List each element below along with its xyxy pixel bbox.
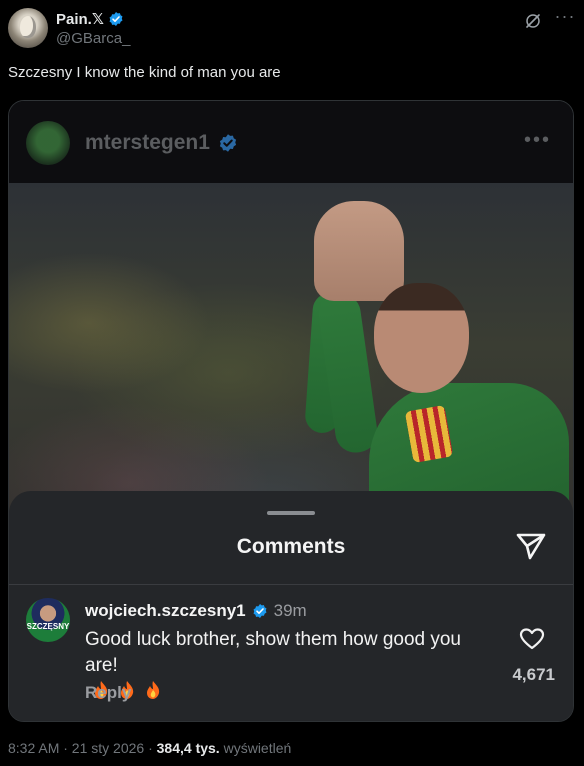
commenter-username: wojciech.szczesny1 <box>85 601 246 620</box>
instagram-post-header: mterstegen1 ••• <box>9 101 573 183</box>
commenter-avatar: SZCZĘSNY <box>26 598 70 642</box>
like-count: 4,671 <box>512 665 555 684</box>
verified-badge-icon <box>253 604 267 618</box>
fire-emoji-icon <box>147 681 160 699</box>
views-label: wyświetleń <box>219 740 292 756</box>
comments-title: Comments <box>236 535 346 558</box>
post-more-icon: ••• <box>523 129 551 151</box>
author-avatar[interactable] <box>8 8 48 48</box>
post-author-avatar <box>26 121 70 165</box>
comment-time: 39m <box>273 601 307 620</box>
author-name-text[interactable]: Pain.𝕏 <box>56 10 104 28</box>
author-handle[interactable]: @GBarca_ <box>56 30 130 47</box>
embedded-image[interactable]: mterstegen1 ••• Comments SZCZĘSNY wojcie… <box>8 100 574 722</box>
commenter-avatar-text: SZCZĘSNY <box>26 622 70 631</box>
commenter: wojciech.szczesny1 39m <box>85 601 307 621</box>
verified-badge-icon <box>219 134 236 152</box>
sheet-divider <box>9 584 573 585</box>
tweet-header: Pain.𝕏 @GBarca_ ··· <box>8 7 576 52</box>
reply-link: Reply <box>85 683 132 702</box>
grok-icon[interactable] <box>524 12 542 30</box>
tweet-timestamp[interactable]: 8:32 AM · 21 sty 2026 · <box>8 740 157 756</box>
tweet-footer: 8:32 AM · 21 sty 2026 · 384,4 tys. wyświ… <box>8 740 291 756</box>
author-display-name[interactable]: Pain.𝕏 <box>56 10 124 28</box>
verified-badge-icon <box>109 12 123 26</box>
tweet-text: Szczesny I know the kind of man you are <box>8 64 281 81</box>
send-icon <box>516 533 546 560</box>
view-count: 384,4 tys. <box>156 740 220 756</box>
comment-body: Good luck brother, show them how good yo… <box>85 627 485 705</box>
post-author: mterstegen1 <box>85 131 238 155</box>
more-icon[interactable]: ··· <box>554 7 576 30</box>
heart-icon <box>519 628 545 650</box>
sheet-grabber <box>267 511 315 515</box>
comment-text: Good luck brother, show them how good yo… <box>85 629 462 676</box>
comments-sheet: Comments SZCZĘSNY wojciech.szczesny1 39m… <box>9 491 573 721</box>
post-author-username: mterstegen1 <box>85 131 210 154</box>
